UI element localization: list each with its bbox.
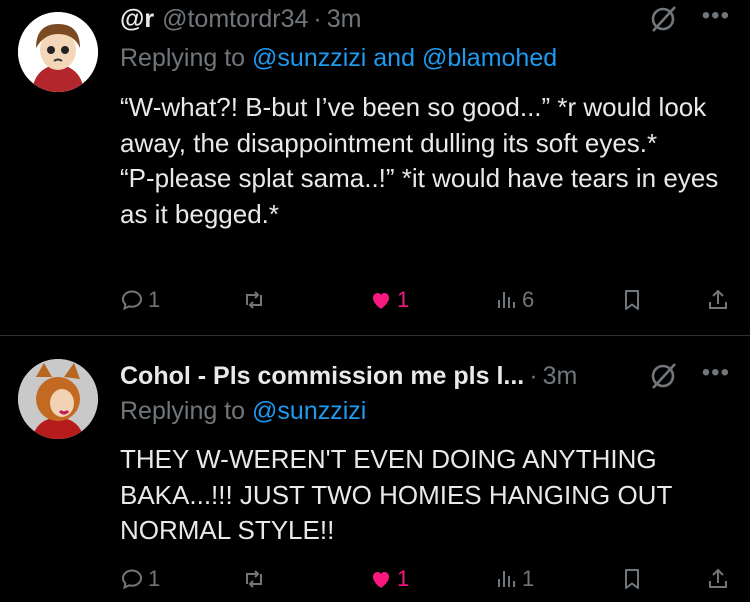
views-count: 6 (522, 287, 535, 312)
tweet-text-line: “P-please splat sama..!” *it would have … (120, 163, 719, 229)
tweet-divider (0, 335, 750, 336)
retweet-icon (246, 570, 262, 588)
user-handle[interactable]: @tomtordr34 (162, 5, 308, 34)
share-button[interactable] (706, 565, 730, 593)
tweet[interactable]: @r @tomtordr34 · 3m ••• Replying to @sun… (0, 0, 750, 336)
replying-to: Replying to @sunzzizi (120, 397, 366, 426)
replying-to: Replying to @sunzzizi and @blamohed (120, 44, 557, 73)
like-button[interactable]: 1 (369, 286, 409, 314)
like-count: 1 (397, 287, 410, 312)
timestamp[interactable]: 3m (327, 5, 362, 34)
views-icon (498, 292, 515, 308)
bookmark-button[interactable] (620, 286, 644, 314)
tweet[interactable]: Cohol - Pls commission me pls l... · 3m … (0, 337, 750, 602)
display-name[interactable]: @r (120, 5, 154, 34)
reply-count: 1 (148, 566, 161, 591)
reply-icon (121, 569, 143, 590)
more-icon[interactable]: ••• (702, 2, 730, 30)
like-count: 1 (397, 566, 410, 591)
separator-dot: · (529, 361, 538, 390)
retweet-button[interactable] (242, 565, 270, 593)
reply-icon (121, 290, 143, 311)
share-button[interactable] (706, 286, 730, 314)
reply-button[interactable]: 1 (120, 286, 160, 314)
reply-count: 1 (148, 287, 161, 312)
replying-label: Replying to (120, 397, 246, 425)
action-bar: 1 1 1 (120, 565, 730, 593)
bookmark-icon (625, 569, 639, 589)
tweet-text-line: THEY W-WEREN'T EVEN DOING ANYTHING BAKA.… (120, 444, 672, 545)
tweet-text: “W-what?! B-but I’ve been so good...” *r… (120, 90, 730, 232)
grok-icon[interactable] (648, 361, 678, 391)
like-button[interactable]: 1 (369, 565, 409, 593)
bookmark-icon (625, 290, 639, 310)
mention-link[interactable]: @sunzzizi (252, 44, 366, 72)
views-icon (498, 571, 515, 587)
grok-icon[interactable] (648, 4, 678, 34)
views-count: 1 (522, 566, 535, 591)
avatar[interactable] (18, 12, 98, 92)
separator-dot: · (313, 4, 322, 33)
tweet-text: THEY W-WEREN'T EVEN DOING ANYTHING BAKA.… (120, 442, 720, 549)
heart-filled-icon (373, 293, 389, 309)
mention-link[interactable]: @sunzzizi (252, 397, 366, 425)
retweet-icon (246, 291, 262, 309)
tweet-text-line: “W-what?! B-but I’ve been so good...” *r… (120, 92, 707, 158)
bookmark-button[interactable] (620, 565, 644, 593)
share-icon (709, 568, 727, 588)
avatar[interactable] (18, 359, 98, 439)
reply-button[interactable]: 1 (120, 565, 160, 593)
replying-and[interactable]: and (373, 44, 415, 72)
heart-filled-icon (373, 572, 389, 588)
timestamp[interactable]: 3m (543, 362, 578, 391)
more-icon[interactable]: ••• (702, 359, 730, 387)
retweet-button[interactable] (242, 286, 270, 314)
replying-label: Replying to (120, 44, 246, 72)
mention-link[interactable]: @blamohed (422, 44, 557, 72)
views-button[interactable]: 1 (494, 565, 534, 593)
display-name[interactable]: Cohol - Pls commission me pls l... (120, 362, 524, 391)
share-icon (709, 289, 727, 309)
views-button[interactable]: 6 (494, 286, 534, 314)
action-bar: 1 1 6 (120, 286, 730, 314)
